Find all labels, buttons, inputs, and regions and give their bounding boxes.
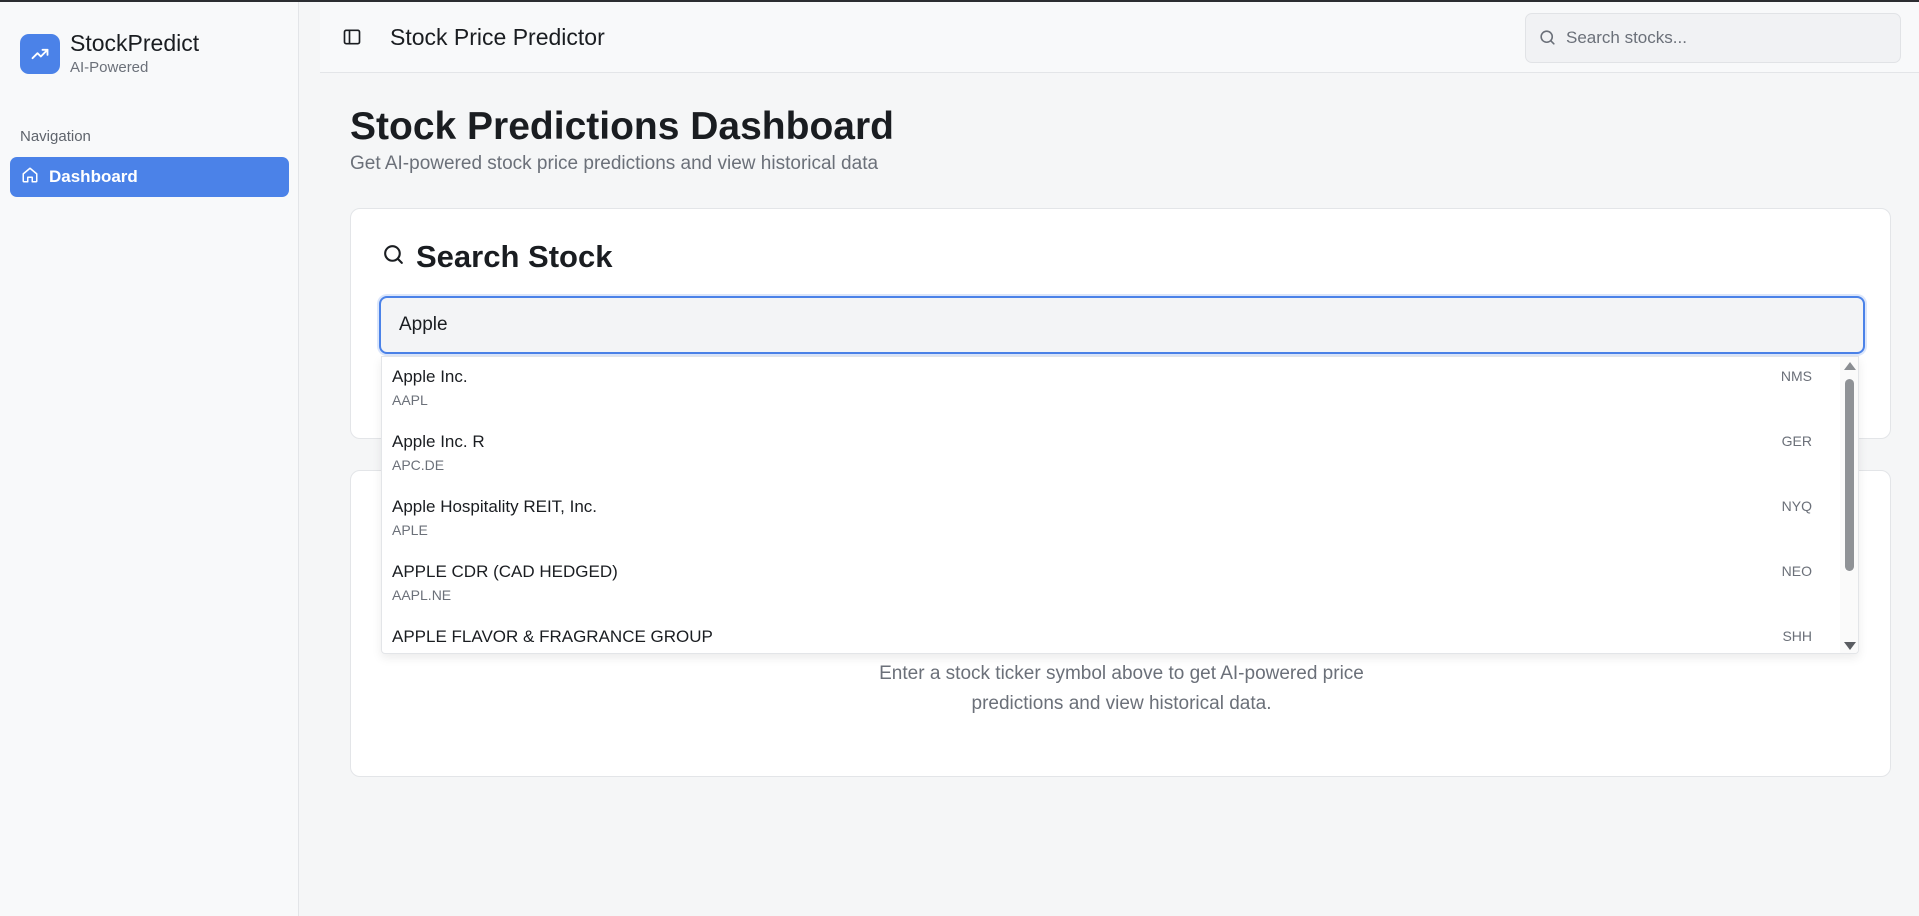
empty-message-line-1: Enter a stock ticker symbol above to get…: [879, 663, 1364, 684]
suggestion-exchange: NYQ: [1781, 498, 1812, 514]
stock-search-input[interactable]: [379, 296, 1865, 354]
brand-tagline: AI-Powered: [70, 59, 149, 76]
trending-up-icon: [20, 34, 60, 74]
suggestion-symbol: AAPL.NE: [392, 587, 452, 603]
sidebar-item-dashboard[interactable]: Dashboard: [10, 157, 289, 197]
suggestion-name: Apple Inc. R: [392, 432, 485, 451]
page-subtitle: Get AI-powered stock price predictions a…: [350, 153, 879, 174]
search-icon: [1540, 30, 1555, 45]
suggestion-symbol: APC.DE: [392, 457, 445, 473]
empty-state-message: Enter a stock ticker symbol above to get…: [351, 659, 1892, 719]
suggestion-exchange: SHH: [1782, 628, 1812, 644]
suggestion-symbol: APLE: [392, 522, 428, 538]
suggestion-name: APPLE FLAVOR & FRAGRANCE GROUP: [392, 627, 713, 646]
top-header: Stock Price Predictor: [320, 2, 1919, 73]
brand[interactable]: StockPredict AI-Powered: [20, 30, 199, 78]
sidebar: StockPredict AI-Powered Navigation Dashb…: [0, 2, 299, 916]
scroll-up-arrow-icon[interactable]: [1844, 362, 1856, 370]
suggestion-exchange: NMS: [1780, 368, 1812, 384]
home-icon: [21, 166, 39, 189]
suggestion-name: APPLE CDR (CAD HEDGED): [392, 562, 618, 581]
suggestion-item[interactable]: APPLE CDR (CAD HEDGED) AAPL.NE NEO: [382, 552, 1842, 617]
sidebar-item-label: Dashboard: [49, 167, 138, 186]
header-search-input[interactable]: [1566, 14, 1886, 62]
suggestion-item[interactable]: Apple Inc. R APC.DE GER: [382, 422, 1842, 487]
suggestion-item[interactable]: APPLE FLAVOR & FRAGRANCE GROUP SHH: [382, 617, 1842, 653]
sidebar-toggle-icon[interactable]: [342, 27, 364, 49]
empty-message-line-2: predictions and view historical data.: [971, 693, 1272, 714]
suggestion-item[interactable]: Apple Hospitality REIT, Inc. APLE NYQ: [382, 487, 1842, 552]
suggestion-symbol: AAPL: [392, 392, 428, 408]
search-icon: [381, 242, 406, 272]
suggestion-name: Apple Hospitality REIT, Inc.: [392, 497, 598, 516]
header-search[interactable]: [1525, 13, 1901, 63]
search-suggestions-dropdown: Apple Inc. AAPL NMS Apple Inc. R APC.DE …: [381, 356, 1859, 654]
suggestion-exchange: NEO: [1781, 563, 1812, 579]
search-stock-heading: Search Stock: [416, 239, 613, 274]
header-title: Stock Price Predictor: [390, 24, 605, 50]
suggestion-name: Apple Inc.: [392, 367, 468, 386]
page-title: Stock Predictions Dashboard: [350, 105, 894, 148]
suggestion-item[interactable]: Apple Inc. AAPL NMS: [382, 357, 1842, 422]
brand-name: StockPredict: [70, 30, 200, 56]
nav-heading: Navigation: [20, 128, 91, 145]
scroll-thumb[interactable]: [1845, 379, 1854, 571]
scroll-down-arrow-icon[interactable]: [1844, 642, 1856, 650]
dropdown-scrollbar[interactable]: [1840, 357, 1858, 653]
suggestion-exchange: GER: [1781, 433, 1812, 449]
